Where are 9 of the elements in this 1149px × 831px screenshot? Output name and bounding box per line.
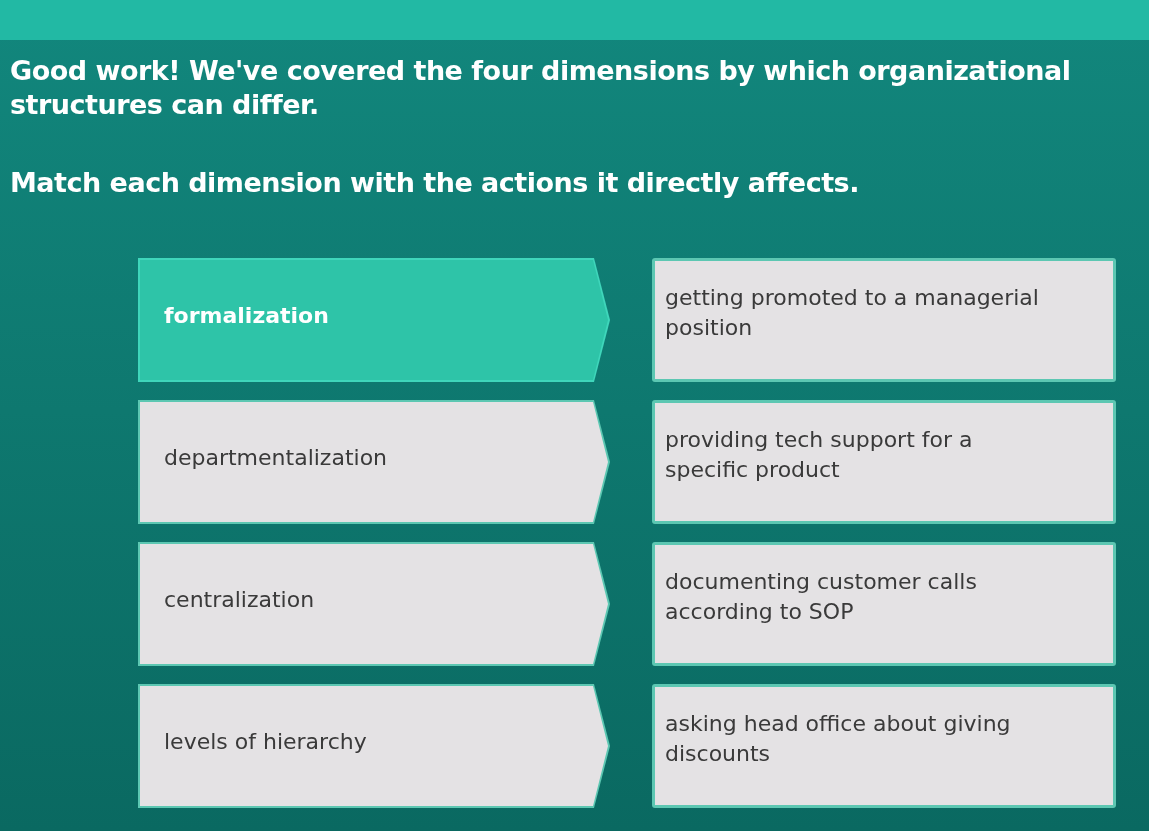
dimension-card[interactable]: centralization — [138, 542, 610, 666]
action-card[interactable]: asking head office about giving discounts — [652, 684, 1116, 808]
action-card[interactable]: documenting customer calls according to SOP — [652, 542, 1116, 666]
dimension-card[interactable]: departmentalization — [138, 400, 610, 524]
instruction-text: Match each dimension with the actions it directly affects. — [10, 166, 860, 200]
instruction-text: Good work! We've covered the four dimensions by which organizational structures can differ. — [10, 54, 1072, 122]
action-card[interactable]: getting promoted to a managerial position — [652, 258, 1116, 382]
action-card[interactable]: providing tech support for a specific product — [652, 400, 1116, 524]
dimension-card[interactable]: levels of hierarchy — [138, 684, 610, 808]
